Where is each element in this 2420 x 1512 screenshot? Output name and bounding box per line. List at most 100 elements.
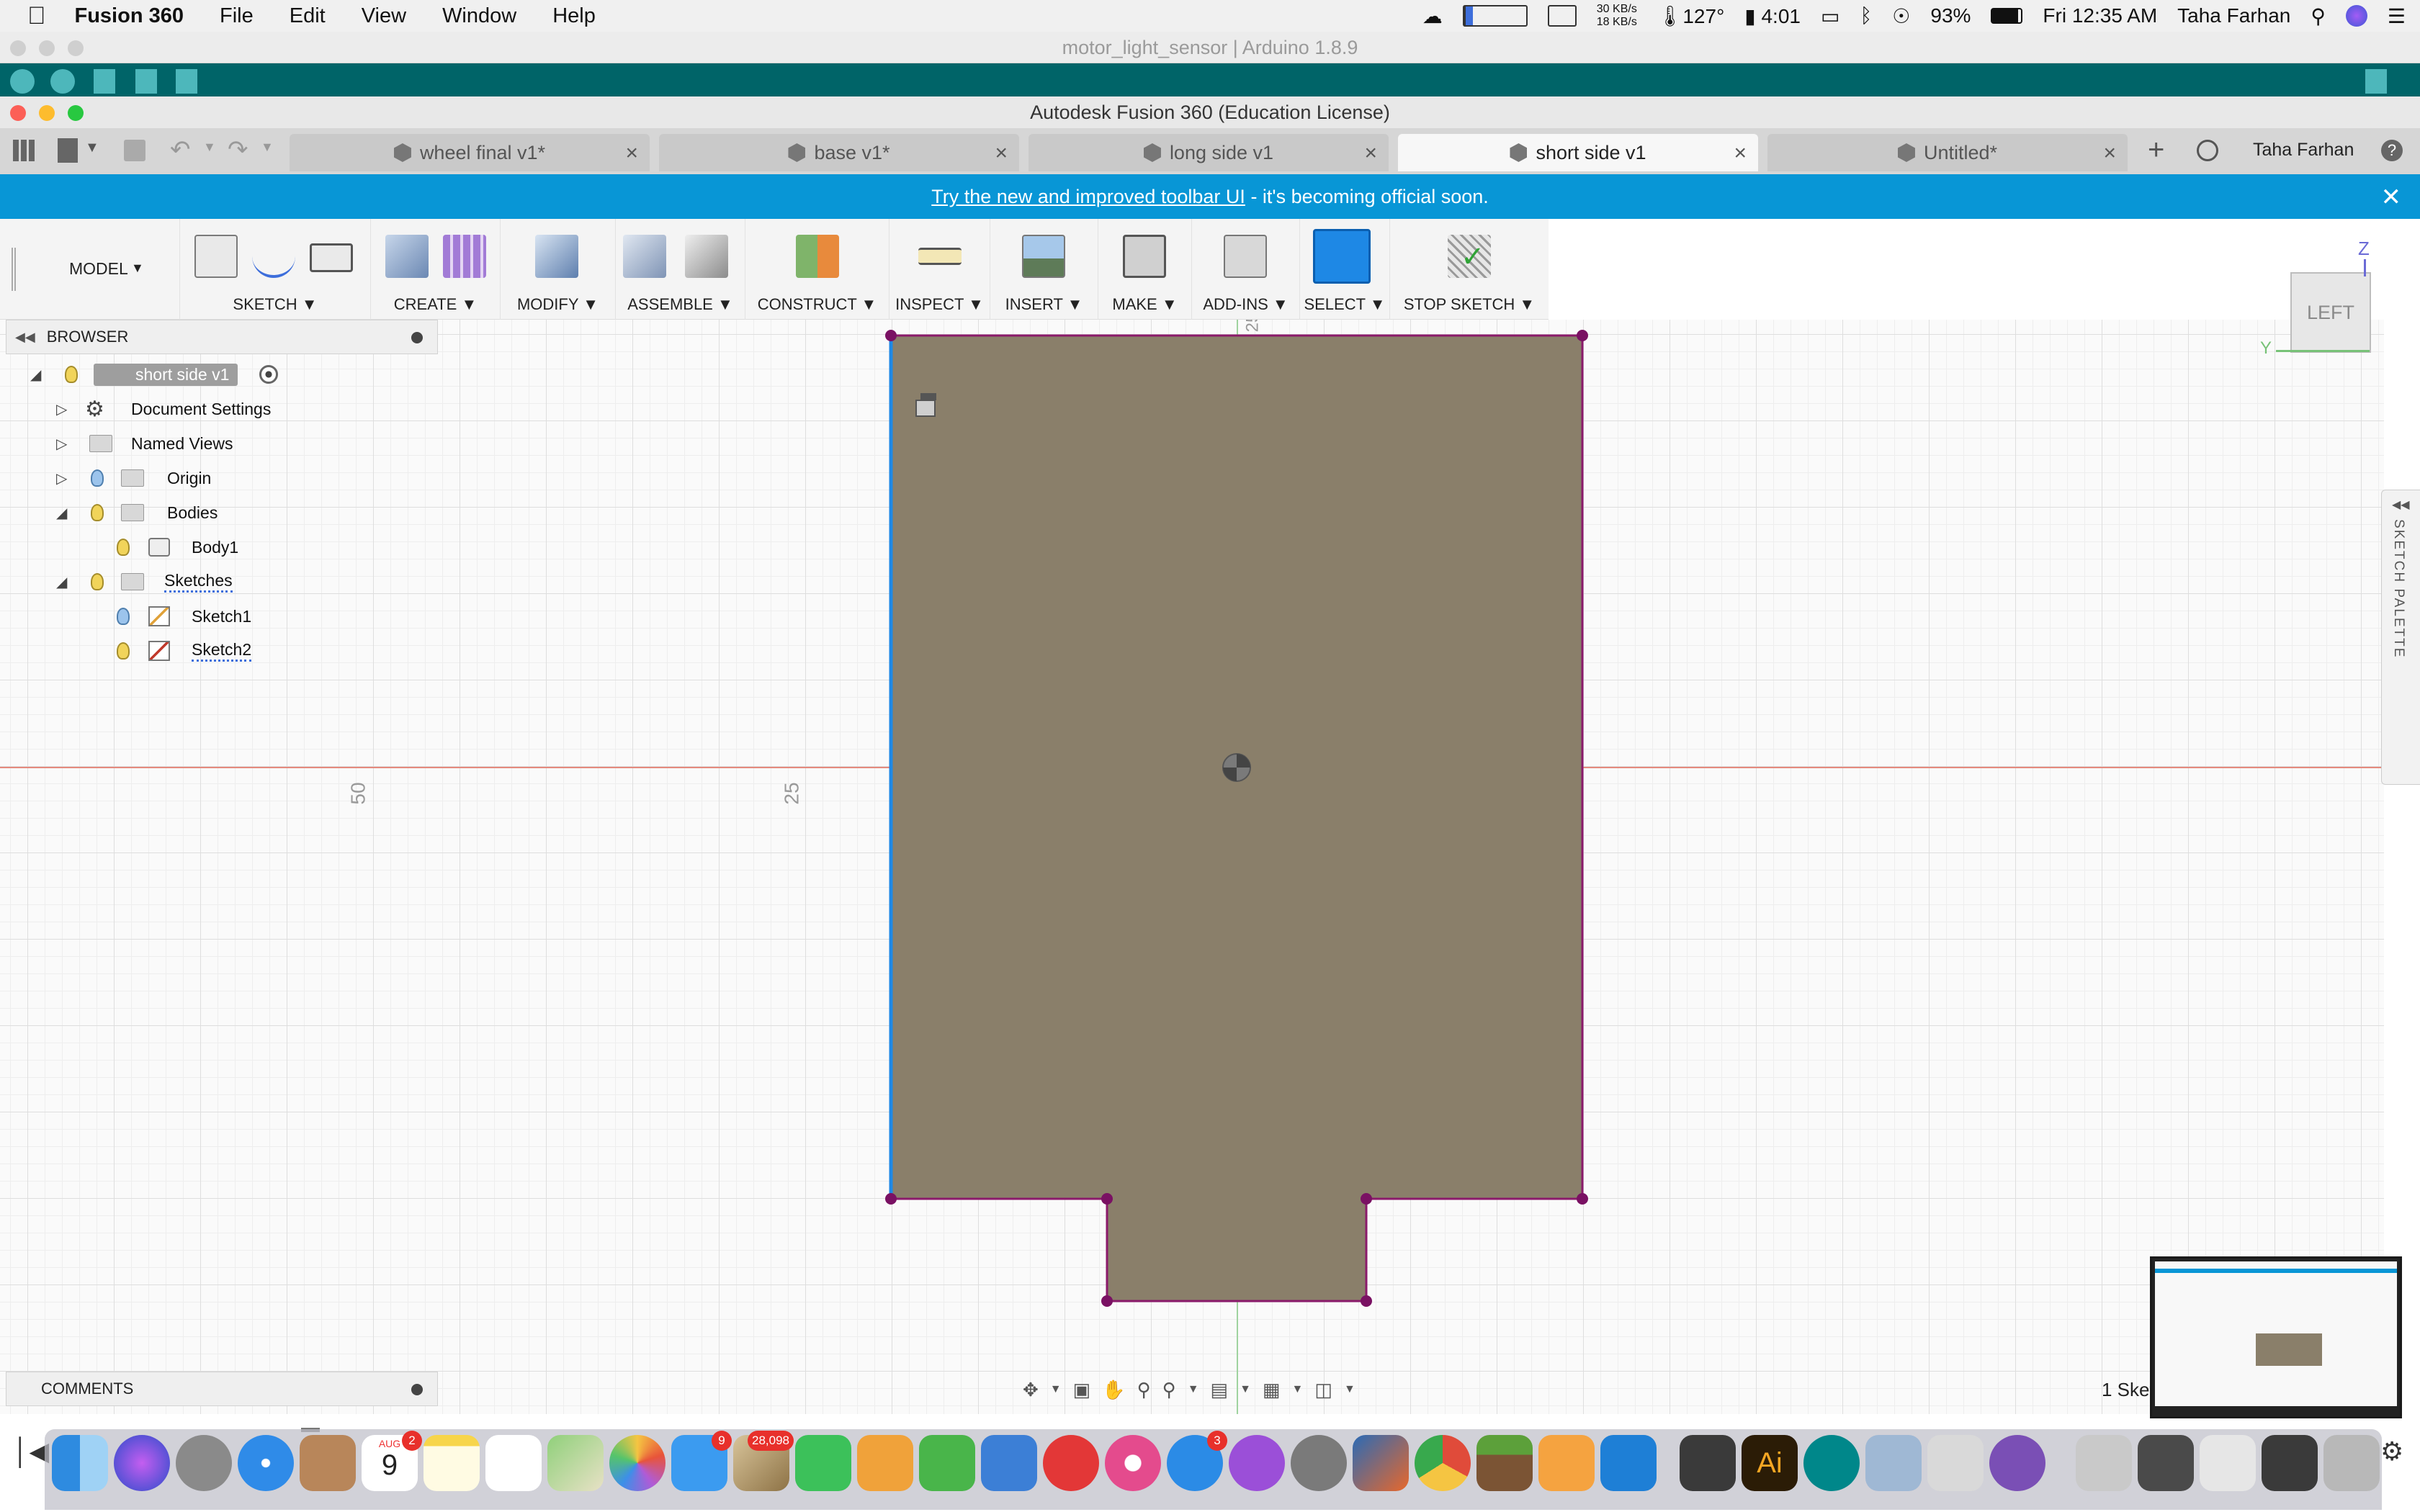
sketch-palette-tab[interactable]: ◀◀ SKETCH PALETTE — [2381, 490, 2420, 785]
arduino-icon[interactable] — [1803, 1435, 1860, 1491]
file-menu-icon[interactable] — [58, 138, 78, 163]
pan-hand-icon[interactable]: ✋ — [1102, 1379, 1125, 1401]
safari-icon[interactable] — [238, 1435, 294, 1491]
bluetooth-icon[interactable]: ᛒ — [1860, 4, 1872, 27]
tab-base[interactable]: base v1* × — [659, 134, 1019, 171]
expand-triangle-icon[interactable]: ▷ — [56, 400, 67, 418]
toolbar-group-stop-sketch[interactable]: ✓ STOP SKETCH ▼ — [1390, 219, 1549, 320]
arduino-zoom-button[interactable] — [68, 40, 84, 56]
stop-sketch-icon[interactable]: ✓ — [1448, 235, 1491, 278]
user-name[interactable]: Taha Farhan — [2177, 4, 2290, 27]
pages-icon[interactable] — [857, 1435, 913, 1491]
view-cube[interactable]: LEFT — [2290, 272, 2371, 353]
activate-radio-icon[interactable] — [259, 365, 278, 384]
toolbar-group-modify[interactable]: MODIFY ▼ — [501, 219, 616, 320]
close-tab-icon[interactable]: × — [995, 141, 1008, 166]
close-button[interactable] — [10, 105, 26, 121]
help-icon[interactable]: ? — [2381, 140, 2403, 161]
arduino-serial-monitor-button[interactable] — [2365, 69, 2387, 94]
arduino-verify-button[interactable] — [10, 69, 35, 94]
display-chevron-icon[interactable]: ▼ — [1240, 1383, 1251, 1396]
root-component-label[interactable]: short side v1 — [94, 363, 238, 386]
extrude-icon[interactable] — [385, 235, 429, 278]
toolbar-group-construct[interactable]: CONSTRUCT ▼ — [745, 219, 889, 320]
collapse-triangle-icon[interactable]: ◢ — [56, 573, 67, 591]
tree-root[interactable]: ◢ short side v1 — [6, 359, 323, 390]
grid-snaps-icon[interactable]: ▦ — [1263, 1379, 1281, 1401]
zoom-button[interactable] — [68, 105, 84, 121]
calendar-icon[interactable]: AUG 9 2 — [362, 1431, 422, 1491]
toolbar-group-add-ins[interactable]: ADD-INS ▼ — [1192, 219, 1300, 320]
collapse-triangle-icon[interactable]: ◢ — [30, 366, 41, 384]
viewports-icon[interactable]: ◫ — [1314, 1379, 1332, 1401]
arduino-close-button[interactable] — [10, 40, 26, 56]
clock[interactable]: Fri 12:35 AM — [2043, 4, 2157, 27]
memory-monitor-icon[interactable] — [1547, 5, 1577, 27]
matlab-icon[interactable] — [1353, 1435, 1409, 1491]
browser-panel-header[interactable]: ◀◀ BROWSER — [6, 320, 438, 354]
c-app-icon[interactable] — [1600, 1435, 1657, 1491]
battery-percent[interactable]: 93% — [1930, 4, 1971, 27]
screenshot-thumbnail[interactable] — [2150, 1256, 2402, 1418]
redo-icon[interactable]: ↷ — [228, 135, 248, 164]
cpu-monitor-icon[interactable] — [1462, 5, 1528, 27]
tab-untitled[interactable]: Untitled* × — [1767, 134, 2128, 171]
orbit-chevron-icon[interactable]: ▼ — [1050, 1383, 1062, 1396]
tab-long-side[interactable]: long side v1 × — [1028, 134, 1389, 171]
new-toolbar-link[interactable]: Try the new and improved toolbar UI — [931, 186, 1245, 208]
toolbar-group-select[interactable]: SELECT ▼ — [1300, 219, 1390, 320]
spotlight-search-icon[interactable]: ⚲ — [2311, 4, 2326, 28]
press-pull-icon[interactable] — [535, 235, 578, 278]
toolbar-group-create[interactable]: CREATE ▼ — [371, 219, 501, 320]
new-tab-plus-icon[interactable]: + — [2148, 134, 2164, 166]
zoom-chevron-icon[interactable]: ▼ — [1188, 1383, 1199, 1396]
fusion-360-icon[interactable] — [1538, 1435, 1595, 1491]
app-menu-fusion[interactable]: Fusion 360 — [75, 4, 184, 28]
undo-icon[interactable]: ↶ — [170, 135, 191, 164]
toolbar-group-sketch[interactable]: SKETCH ▼ — [180, 219, 371, 320]
toolbar-group-make[interactable]: MAKE ▼ — [1098, 219, 1192, 320]
toolbar-group-assemble[interactable]: ASSEMBLE ▼ — [616, 219, 745, 320]
temperature-icon[interactable]: 🌡127° — [1657, 4, 1724, 28]
arduino-save-button[interactable] — [176, 69, 197, 94]
numbers-icon[interactable] — [919, 1435, 975, 1491]
no-entry-app-icon[interactable] — [1043, 1435, 1099, 1491]
insert-image-icon[interactable] — [1022, 235, 1065, 278]
add-comment-icon[interactable] — [411, 1384, 423, 1395]
toolbar-group-insert[interactable]: INSERT ▼ — [990, 219, 1098, 320]
pattern-icon[interactable] — [443, 235, 486, 278]
viewports-chevron-icon[interactable]: ▼ — [1344, 1383, 1355, 1396]
apple-menu-icon[interactable]:  — [27, 2, 46, 30]
display-settings-icon[interactable]: ▤ — [1211, 1379, 1229, 1401]
visibility-bulb-icon[interactable] — [117, 608, 130, 625]
creative-cloud-icon[interactable]: ☁ — [1422, 4, 1443, 28]
user-account-menu[interactable]: Taha Farhan — [2253, 140, 2354, 161]
keynote-icon[interactable] — [981, 1435, 1037, 1491]
close-tab-icon[interactable]: × — [1364, 141, 1377, 166]
github-icon[interactable] — [1989, 1435, 2045, 1491]
download-stack-icon[interactable] — [2076, 1435, 2132, 1491]
zoom-window-icon[interactable]: ⚲ — [1162, 1379, 1176, 1401]
wifi-icon[interactable]: ☉ — [1892, 4, 1910, 28]
expand-triangle-icon[interactable]: ▷ — [56, 469, 67, 487]
3d-print-icon[interactable] — [1123, 235, 1166, 278]
notification-center-icon[interactable]: ☰ — [2388, 4, 2406, 28]
grid-chevron-icon[interactable]: ▼ — [1292, 1383, 1304, 1396]
offset-plane-icon[interactable] — [796, 235, 839, 278]
collapse-browser-icon[interactable]: ◀◀ — [15, 330, 35, 345]
tab-wheel-final[interactable]: wheel final v1* × — [290, 134, 650, 171]
siri-icon[interactable] — [2345, 5, 2367, 27]
create-sketch-icon[interactable] — [194, 235, 238, 278]
messages-icon[interactable]: 9 — [671, 1431, 732, 1491]
recent-stack-icon[interactable] — [2262, 1435, 2318, 1491]
siri-icon[interactable] — [114, 1435, 170, 1491]
expand-triangle-icon[interactable]: ▷ — [56, 435, 67, 453]
launchpad-icon[interactable] — [176, 1435, 232, 1491]
look-at-icon[interactable]: ▣ — [1073, 1379, 1091, 1401]
podcasts-icon[interactable] — [1229, 1435, 1285, 1491]
instruments-icon[interactable] — [1927, 1435, 1984, 1491]
arduino-open-button[interactable] — [135, 69, 157, 94]
trash-icon[interactable] — [2323, 1435, 2380, 1491]
visibility-bulb-icon[interactable] — [117, 539, 130, 556]
close-banner-icon[interactable]: ✕ — [2381, 183, 2402, 212]
